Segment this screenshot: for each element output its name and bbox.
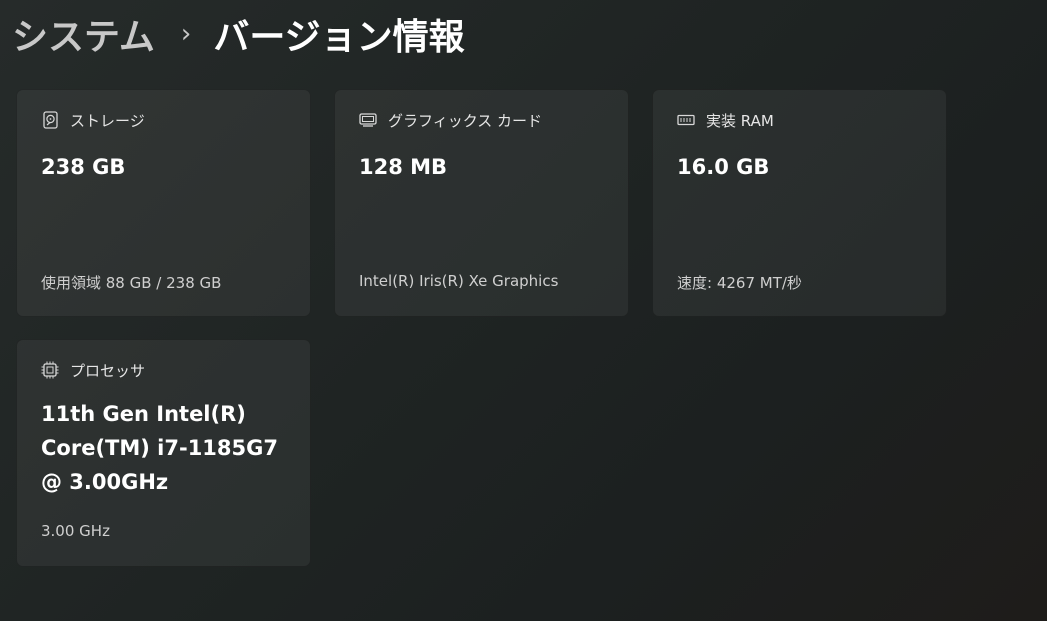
ram-icon (677, 111, 695, 129)
card-header: プロセッサ (41, 360, 145, 380)
processor-value: 11th Gen Intel(R) Core(TM) i7-1185G7 @ 3… (41, 402, 278, 494)
graphics-adapter-name: Intel(R) Iris(R) Xe Graphics (359, 272, 559, 290)
processor-label: プロセッサ (70, 361, 146, 380)
ram-label: 実装 RAM (706, 111, 774, 130)
graphics-memory-value: 128 MB (359, 155, 448, 179)
page-title: バージョン情報 (213, 17, 465, 58)
card-header: 実装 RAM (677, 110, 774, 130)
storage-label: ストレージ (70, 111, 145, 130)
card-header: ストレージ (41, 110, 145, 130)
storage-icon (41, 111, 59, 129)
breadcrumb: システム › バージョン情報 (12, 6, 465, 62)
ram-card: 実装 RAM 16.0 GB 速度: 4267 MT/秒 (652, 89, 947, 317)
storage-usage: 使用領域 88 GB / 238 GB (41, 274, 222, 292)
storage-value: 238 GB (41, 155, 126, 179)
graphics-card-card: グラフィックス カード 128 MB Intel(R) Iris(R) Xe G… (334, 89, 629, 317)
chevron-right-icon: › (180, 19, 192, 49)
processor-card: プロセッサ 11th Gen Intel(R) Core(TM) i7-1185… (16, 339, 311, 567)
graphics-card-icon (359, 111, 377, 129)
storage-card: ストレージ 238 GB 使用領域 88 GB / 238 GB (16, 89, 311, 317)
card-header: グラフィックス カード (359, 110, 542, 130)
ram-value: 16.0 GB (677, 155, 770, 179)
processor-speed: 3.00 GHz (41, 522, 110, 540)
graphics-card-label: グラフィックス カード (388, 111, 543, 130)
ram-speed: 速度: 4267 MT/秒 (677, 274, 802, 292)
breadcrumb-parent-system[interactable]: システム (12, 8, 155, 60)
processor-icon (41, 361, 59, 379)
